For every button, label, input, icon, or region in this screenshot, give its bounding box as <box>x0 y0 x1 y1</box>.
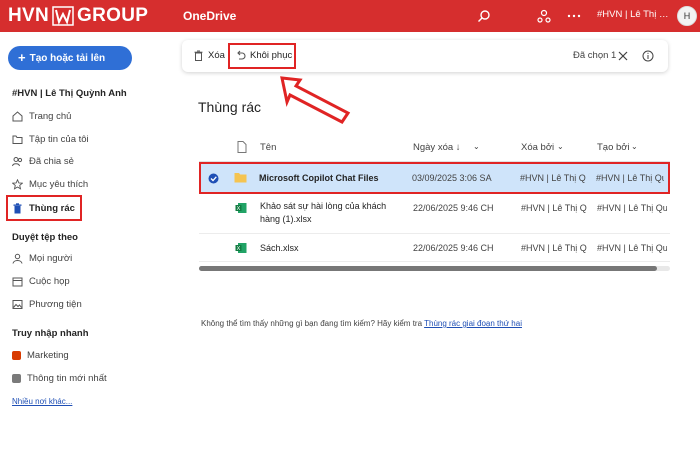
chevron-down-icon[interactable]: ⌄ <box>557 142 564 151</box>
folder-icon <box>12 135 23 144</box>
clear-selection-icon[interactable] <box>613 46 633 66</box>
column-created-by[interactable]: Tạo bởi <box>597 142 630 153</box>
sidebar-item-label: Thông tin mới nhất <box>27 372 107 384</box>
file-name[interactable]: Microsoft Copilot Chat Files <box>259 173 379 183</box>
site-color-icon <box>12 373 21 383</box>
deleted-by: #HVN | Lê Thị Qu <box>521 203 587 213</box>
check-circle-icon[interactable] <box>208 173 219 184</box>
selection-count: Đã chọn 1 <box>573 50 617 61</box>
chevron-down-icon[interactable]: ⌄ <box>631 142 638 151</box>
file-name[interactable]: Khảo sát sự hài lòng của khách <box>260 201 386 211</box>
column-deleted-date[interactable]: Ngày xóa ↓ <box>413 142 461 153</box>
file-type-icon <box>237 141 247 153</box>
svg-text:X: X <box>237 246 241 252</box>
created-by: #HVN | Lê Thị Qu <box>596 173 664 183</box>
sidebar-item-my-files[interactable]: Tập tin của tôi <box>8 129 158 149</box>
second-stage-recycle-link[interactable]: Thùng rác giai đoạn thứ hai <box>424 319 522 328</box>
sidebar: + Tạo hoặc tải lên #HVN | Lê Thị Quỳnh A… <box>0 32 168 453</box>
sidebar-item-label: Đã chia sẻ <box>29 155 74 167</box>
folder-icon <box>234 173 247 183</box>
list-header: Tên Ngày xóa ↓ ⌄ Xóa bởi ⌄ Tạo bởi ⌄ <box>199 132 670 162</box>
app-name[interactable]: OneDrive <box>183 9 236 23</box>
browse-header: Duyệt tệp theo <box>12 232 78 243</box>
sidebar-item-label: Tập tin của tôi <box>29 133 89 145</box>
delete-label: Xóa <box>208 50 225 61</box>
column-name[interactable]: Tên <box>260 142 276 153</box>
sidebar-item-label: Thùng rác <box>29 202 75 214</box>
sidebar-item-recycle-bin[interactable]: Thùng rác <box>6 195 82 221</box>
sidebar-item-favorites[interactable]: Mục yêu thích <box>8 174 158 194</box>
table-row[interactable]: Microsoft Copilot Chat Files 03/09/2025 … <box>199 162 670 194</box>
scrollbar-thumb[interactable] <box>199 266 657 271</box>
top-bar: HVN GROUP OneDrive #HVN | Lê Thị Quỳ... … <box>0 0 700 32</box>
deleted-date: 03/09/2025 3:06 SA <box>412 173 492 183</box>
deleted-by: #HVN | Lê Thị Qu <box>521 243 587 253</box>
restore-button[interactable]: Khôi phục <box>235 50 292 61</box>
column-deleted-by[interactable]: Xóa bởi <box>521 142 554 153</box>
deleted-date: 22/06/2025 9:46 CH <box>413 203 494 213</box>
plus-icon: + <box>18 50 26 65</box>
restore-label: Khôi phục <box>250 50 293 61</box>
account-name: #HVN | Lê Thị Quỳnh Anh <box>12 88 127 99</box>
site-color-icon <box>12 350 21 360</box>
sidebar-item-label: Mục yêu thích <box>29 178 89 190</box>
delete-button[interactable]: Xóa <box>193 50 225 61</box>
footer-text: Không thể tìm thấy những gì bạn đang tìm… <box>201 319 423 328</box>
file-list: Tên Ngày xóa ↓ ⌄ Xóa bởi ⌄ Tạo bởi ⌄ Mic… <box>199 132 670 272</box>
deleted-by: #HVN | Lê Thị Qu <box>520 173 586 183</box>
excel-file-icon: X <box>235 243 247 253</box>
sidebar-item-media[interactable]: Phương tiện <box>8 294 158 314</box>
sidebar-item-people[interactable]: Mọi người <box>8 248 158 268</box>
brand-logo[interactable]: HVN GROUP <box>8 4 148 28</box>
trash-icon <box>13 202 22 213</box>
created-by: #HVN | Lê Thị Qu <box>597 243 667 253</box>
sidebar-item-meetings[interactable]: Cuộc họp <box>8 271 158 291</box>
info-icon[interactable] <box>638 46 658 66</box>
user-name[interactable]: #HVN | Lê Thị Quỳ... <box>597 9 673 20</box>
quick-access-header: Truy nhập nhanh <box>12 328 89 339</box>
horizontal-scrollbar[interactable] <box>199 266 670 271</box>
more-options-icon[interactable] <box>564 6 584 26</box>
star-icon <box>12 178 23 190</box>
table-row[interactable]: X Khảo sát sự hài lòng của khách hàng (1… <box>199 194 670 234</box>
file-name[interactable]: Sách.xlsx <box>260 243 299 253</box>
image-icon <box>12 299 23 309</box>
sidebar-item-latest-news[interactable]: Thông tin mới nhất <box>8 368 158 388</box>
chevron-down-icon[interactable]: ⌄ <box>473 142 480 151</box>
avatar[interactable]: H <box>677 6 697 26</box>
created-by: #HVN | Lê Thị Qu <box>597 203 667 213</box>
people-icon <box>12 156 23 166</box>
sidebar-item-label: Cuộc họp <box>29 275 70 287</box>
logo-mark-icon <box>52 6 74 26</box>
create-upload-button[interactable]: + Tạo hoặc tải lên <box>8 46 132 70</box>
deleted-date: 22/06/2025 9:46 CH <box>413 243 494 253</box>
share-network-icon[interactable] <box>534 6 554 26</box>
person-icon <box>12 253 23 264</box>
create-upload-label: Tạo hoặc tải lên <box>29 52 106 64</box>
sidebar-item-shared[interactable]: Đã chia sẻ <box>8 151 158 171</box>
trash-icon <box>194 50 203 61</box>
table-row[interactable]: X Sách.xlsx 22/06/2025 9:46 CH #HVN | Lê… <box>199 234 670 262</box>
search-icon[interactable] <box>474 6 494 26</box>
sidebar-item-home[interactable]: Trang chủ <box>8 106 158 126</box>
svg-text:X: X <box>237 206 241 212</box>
sidebar-item-label: Trang chủ <box>29 110 72 122</box>
page-title: Thùng rác <box>198 99 262 115</box>
excel-file-icon: X <box>235 203 247 213</box>
brand-right: GROUP <box>77 5 149 26</box>
footer-note: Không thể tìm thấy những gì bạn đang tìm… <box>201 319 522 328</box>
undo-icon <box>237 50 246 60</box>
sidebar-item-label: Marketing <box>27 349 69 361</box>
sidebar-item-marketing[interactable]: Marketing <box>8 345 158 365</box>
sidebar-item-label: Phương tiện <box>29 298 82 310</box>
brand-left: HVN <box>8 5 50 26</box>
calendar-icon <box>12 277 23 286</box>
file-name-line2[interactable]: hàng (1).xlsx <box>260 214 312 224</box>
sidebar-item-label: Mọi người <box>29 252 73 264</box>
home-icon <box>12 110 23 121</box>
more-places-link[interactable]: Nhiều nơi khác... <box>12 397 72 406</box>
